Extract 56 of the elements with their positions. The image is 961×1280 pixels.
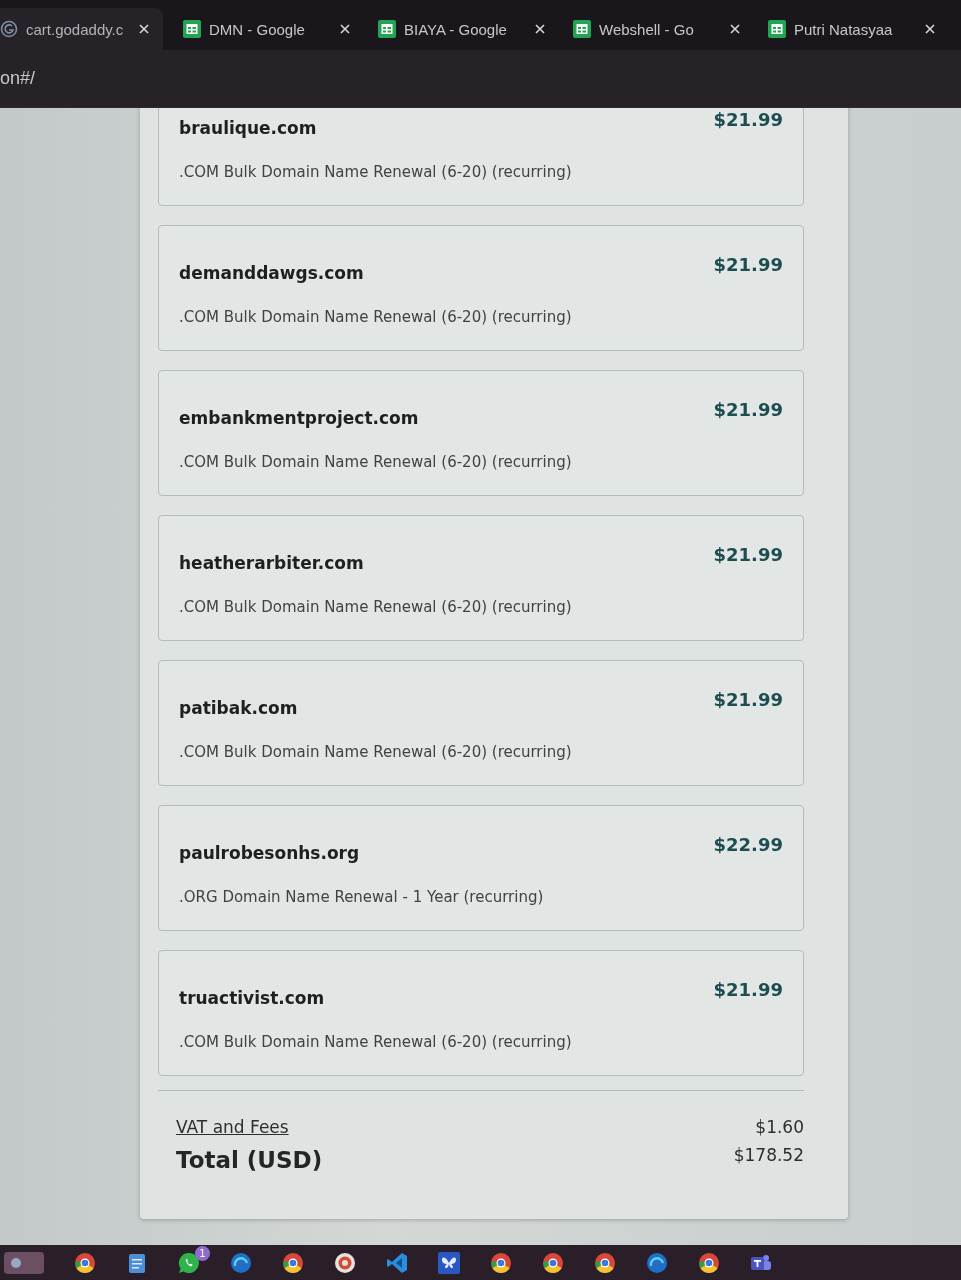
arc-circle-icon[interactable]	[230, 1251, 252, 1274]
ring-icon	[0, 20, 18, 38]
item-price: $21.99	[713, 399, 783, 420]
round-logo-icon[interactable]	[74, 1251, 96, 1274]
round-logo-icon[interactable]	[542, 1251, 564, 1274]
item-price: $21.99	[713, 254, 783, 275]
vat-fees-link[interactable]: VAT and Fees	[176, 1117, 289, 1137]
item-price: $22.99	[713, 834, 783, 855]
item-price: $21.99	[713, 979, 783, 1000]
item-description: .COM Bulk Domain Name Renewal (6-20) (recurring)	[179, 598, 573, 616]
domain-name: embankmentproject.com	[179, 408, 419, 428]
close-icon[interactable]	[340, 24, 350, 34]
domain-name: paulrobesonhs.org	[179, 843, 360, 863]
notification-badge: 1	[195, 1245, 210, 1261]
item-description: .ORG Domain Name Renewal - 1 Year (recurring)	[179, 888, 545, 906]
total-amount: $178.52	[733, 1145, 804, 1165]
round-logo-icon[interactable]	[490, 1251, 512, 1274]
domain-name: heatherarbiter.com	[179, 553, 364, 573]
item-description: .COM Bulk Domain Name Renewal (6-20) (recurring)	[179, 308, 573, 326]
total-label: Total (USD)	[176, 1147, 323, 1173]
arc-circle-icon[interactable]	[646, 1251, 668, 1274]
spreadsheet-icon	[183, 20, 201, 38]
fees-amount: $1.60	[755, 1117, 804, 1137]
address-field[interactable]: on#/	[0, 68, 40, 89]
item-description: .COM Bulk Domain Name Renewal (6-20) (recurring)	[179, 1033, 573, 1051]
domain-name: braulique.com	[179, 118, 317, 138]
spreadsheet-icon	[573, 20, 591, 38]
round-logo-icon[interactable]	[282, 1251, 304, 1274]
spreadsheet-icon	[768, 20, 786, 38]
round-logo-icon[interactable]	[698, 1251, 720, 1274]
browser-tab[interactable]: DMN - Google	[169, 8, 364, 50]
notepad-icon[interactable]	[126, 1251, 148, 1274]
spreadsheet-icon	[378, 20, 396, 38]
close-icon[interactable]	[925, 24, 935, 34]
browser-tab[interactable]: Putri Natasyaa	[754, 8, 949, 50]
close-icon[interactable]	[139, 24, 149, 34]
browser-tab[interactable]: Webshell - Go	[559, 8, 754, 50]
round-logo-icon[interactable]	[594, 1251, 616, 1274]
item-price: $21.99	[713, 109, 783, 130]
item-price: $21.99	[713, 544, 783, 565]
target-icon[interactable]	[334, 1251, 356, 1274]
browser-tab[interactable]: cart.godaddy.c	[0, 8, 163, 50]
domain-name: patibak.com	[179, 698, 298, 718]
item-price: $21.99	[713, 689, 783, 710]
item-description: .COM Bulk Domain Name Renewal (6-20) (recurring)	[179, 453, 573, 471]
item-description: .COM Bulk Domain Name Renewal (6-20) (recurring)	[179, 163, 573, 181]
browser-tab[interactable]: BIAYA - Google	[364, 8, 559, 50]
chat-bubble-icon[interactable]	[178, 1251, 200, 1274]
domain-name: demanddawgs.com	[179, 263, 364, 283]
close-icon[interactable]	[730, 24, 740, 34]
butterfly-icon[interactable]	[438, 1251, 460, 1274]
domain-name: truactivist.com	[179, 988, 325, 1008]
close-icon[interactable]	[535, 24, 545, 34]
ribbon-chevron-icon[interactable]	[386, 1251, 408, 1274]
item-description: .COM Bulk Domain Name Renewal (6-20) (recurring)	[179, 743, 573, 761]
widget-tile-icon[interactable]	[4, 1251, 44, 1274]
